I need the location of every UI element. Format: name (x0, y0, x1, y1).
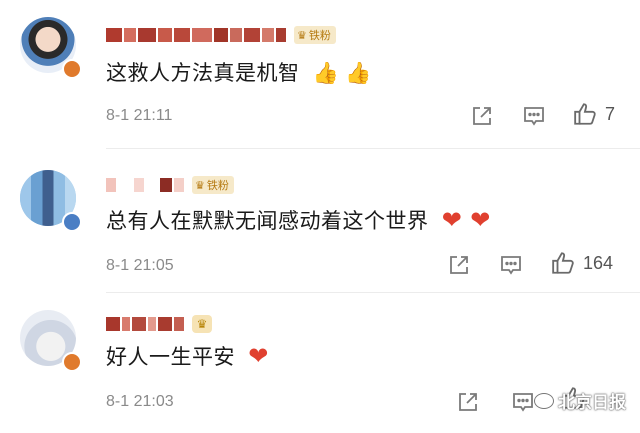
avatar-badge (62, 352, 82, 372)
divider (106, 292, 640, 293)
crown-icon: ♛ (196, 317, 208, 331)
thumbs-up-icon (552, 252, 574, 274)
comment-text: 好人一生平安 ❤ (106, 342, 269, 370)
divider (106, 148, 640, 149)
fan-badge: ♛ 铁粉 (294, 26, 336, 44)
crown-icon: ♛ (195, 178, 205, 192)
comment-time: 8-1 21:03 (106, 393, 174, 410)
comment-icon (513, 393, 533, 412)
share-button[interactable] (456, 388, 480, 416)
comment-icon (501, 256, 521, 275)
avatar-badge (62, 212, 82, 232)
level-badge: ♛ (192, 315, 212, 333)
share-icon (473, 107, 491, 125)
share-button[interactable] (447, 251, 471, 279)
username-pixelated[interactable]: ♛ (106, 313, 212, 335)
thumbs-up-emoji: 👍 (312, 61, 340, 85)
avatar-badge (62, 59, 82, 79)
like-count: 164 (583, 252, 614, 273)
wechat-icon (534, 392, 554, 409)
like-button[interactable]: 7 (573, 100, 615, 128)
like-count: 7 (605, 103, 616, 124)
comment-time: 8-1 21:05 (106, 257, 174, 274)
comment-time: 8-1 21:11 (106, 107, 173, 124)
comment-icon (524, 107, 544, 126)
comment-text: 这救人方法真是机智 👍 👍 (106, 61, 372, 85)
reply-button[interactable] (522, 102, 546, 130)
reply-button[interactable] (499, 251, 523, 279)
share-button[interactable] (470, 102, 494, 130)
username-pixelated[interactable]: ♛ 铁粉 (106, 174, 234, 196)
watermark: 北京日报 (534, 388, 626, 413)
share-icon (459, 393, 477, 411)
heart-emoji: ❤ (248, 342, 269, 370)
thumbs-up-icon (574, 103, 596, 125)
fan-badge: ♛ 铁粉 (192, 176, 234, 194)
crown-icon: ♛ (297, 28, 307, 42)
heart-emoji: ❤ (470, 206, 491, 234)
heart-emoji: ❤ (441, 206, 463, 234)
share-icon (450, 256, 468, 274)
like-button[interactable]: 164 (551, 249, 613, 277)
comment-text: 总有人在默默无闻感动着这个世界 ❤ ❤ (106, 206, 491, 234)
reply-button[interactable] (511, 388, 535, 416)
thumbs-up-emoji: 👍 (345, 61, 372, 85)
username-pixelated[interactable]: ♛ 铁粉 (106, 24, 336, 46)
